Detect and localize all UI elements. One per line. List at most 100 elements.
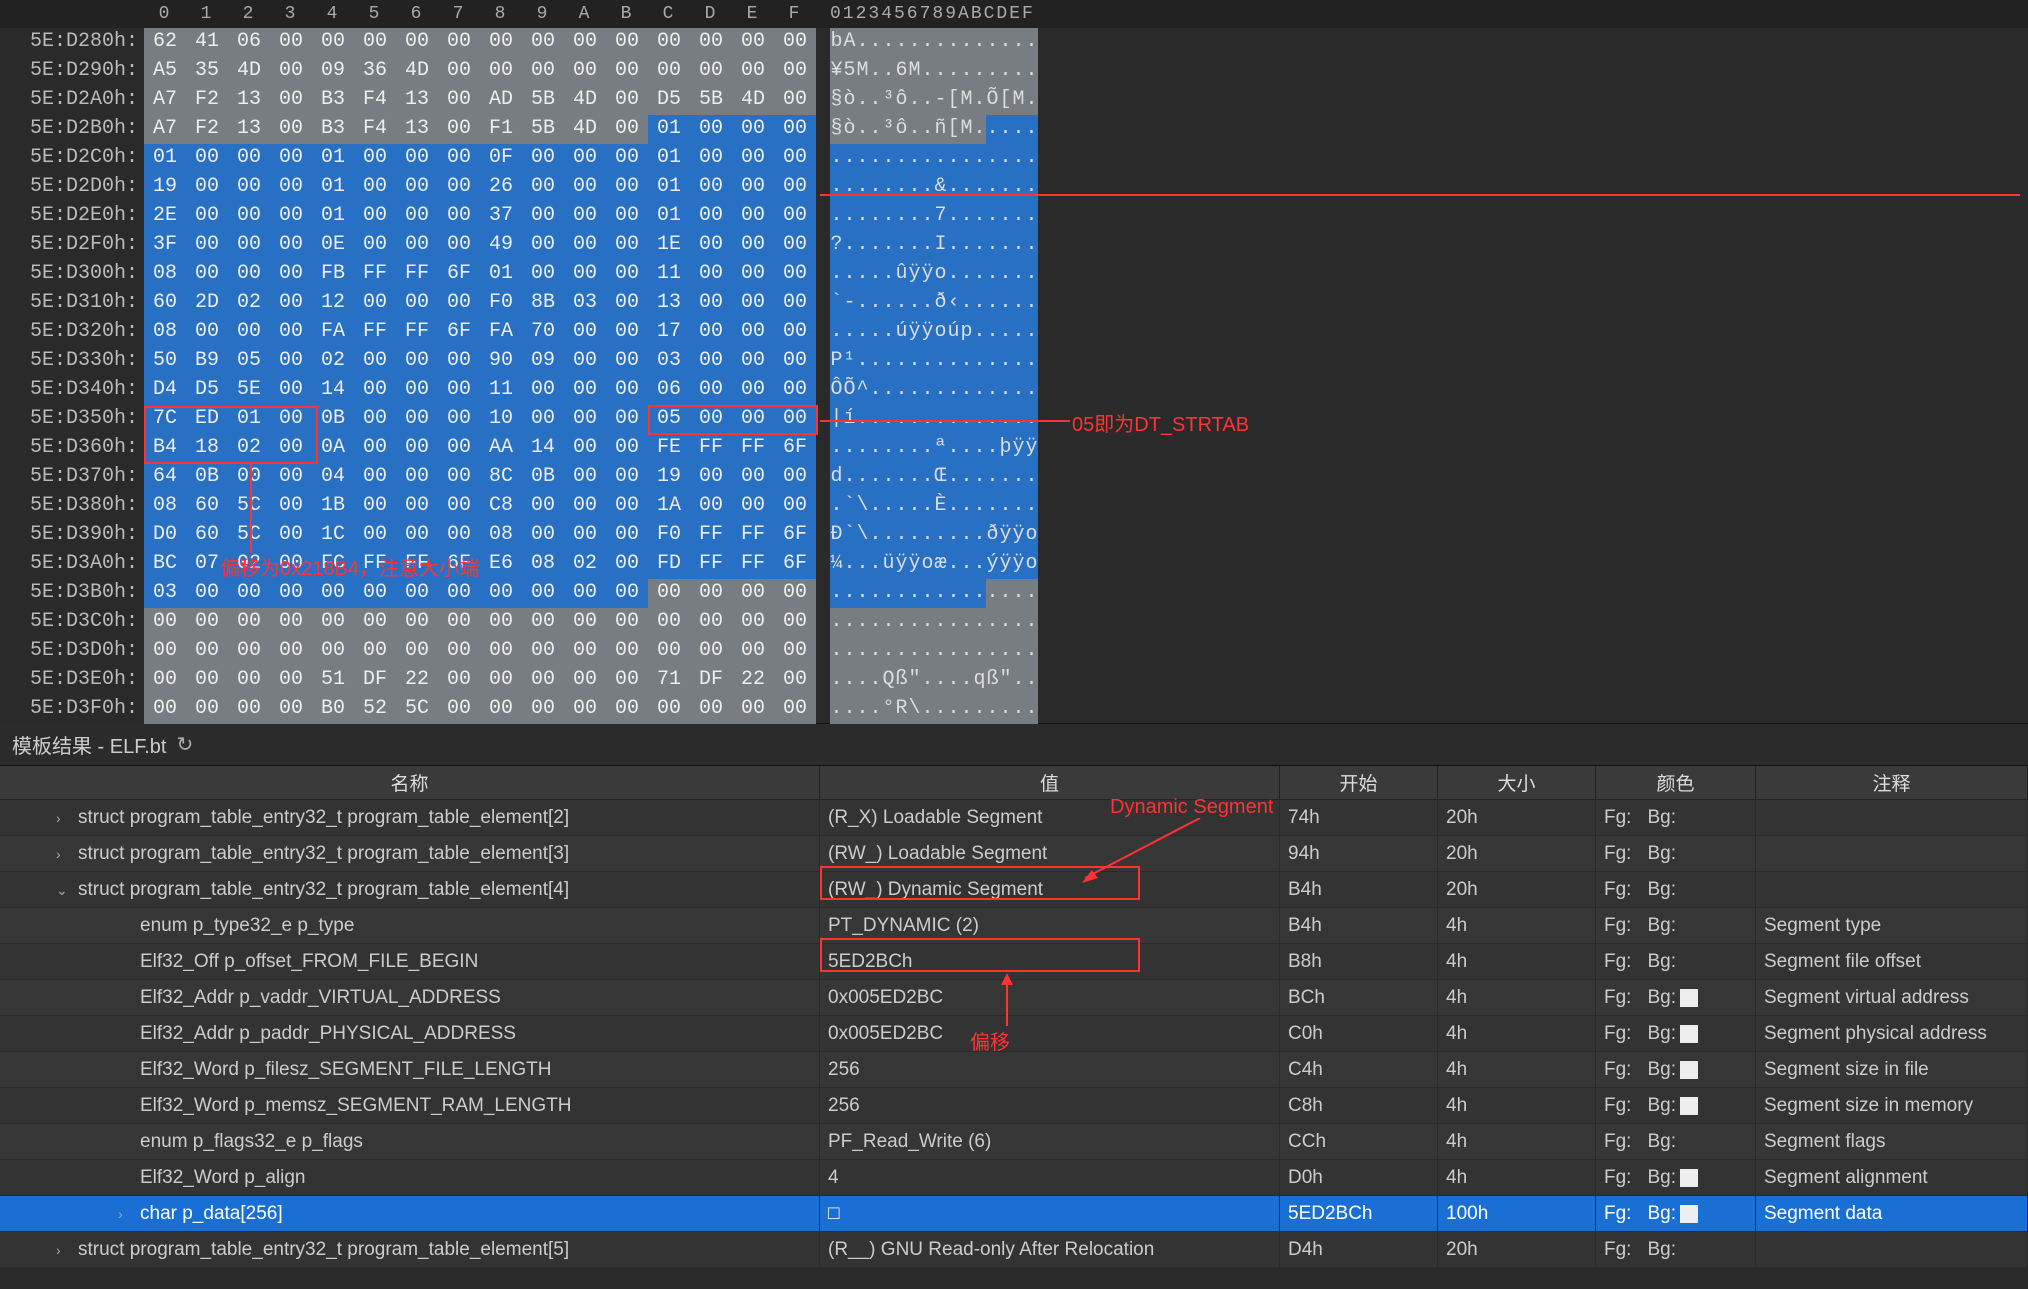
- hex-byte[interactable]: 00: [270, 695, 312, 724]
- hex-byte[interactable]: AD: [480, 86, 522, 115]
- hex-byte[interactable]: 5C: [228, 492, 270, 521]
- hex-byte[interactable]: 00: [774, 144, 816, 173]
- hex-byte[interactable]: 00: [690, 695, 732, 724]
- hex-byte[interactable]: 00: [438, 666, 480, 695]
- hex-byte[interactable]: 00: [480, 637, 522, 666]
- expander-icon[interactable]: ›: [56, 1242, 70, 1258]
- refresh-icon[interactable]: ↻: [176, 732, 193, 757]
- hex-byte[interactable]: 08: [480, 521, 522, 550]
- hex-byte[interactable]: 6F: [438, 318, 480, 347]
- hex-byte[interactable]: 00: [690, 144, 732, 173]
- hex-byte[interactable]: B4: [144, 434, 186, 463]
- hex-byte[interactable]: 5C: [228, 521, 270, 550]
- hex-byte[interactable]: 00: [186, 637, 228, 666]
- hex-byte[interactable]: 00: [564, 318, 606, 347]
- expander-icon[interactable]: ›: [56, 846, 70, 862]
- hex-byte[interactable]: 00: [270, 231, 312, 260]
- hex-row[interactable]: 5E:D2D0h:1900000001000000260000000100000…: [0, 173, 2028, 202]
- hex-byte[interactable]: 00: [270, 115, 312, 144]
- hex-byte[interactable]: 00: [312, 579, 354, 608]
- hex-byte[interactable]: AA: [480, 434, 522, 463]
- hex-byte[interactable]: FF: [396, 550, 438, 579]
- hex-byte[interactable]: 00: [522, 260, 564, 289]
- hex-byte[interactable]: 00: [690, 347, 732, 376]
- hex-byte[interactable]: 00: [228, 463, 270, 492]
- hex-byte[interactable]: 00: [186, 144, 228, 173]
- hex-byte[interactable]: 00: [606, 405, 648, 434]
- hex-byte[interactable]: 00: [186, 231, 228, 260]
- hex-byte[interactable]: 00: [690, 579, 732, 608]
- hex-byte[interactable]: 1A: [648, 492, 690, 521]
- table-row[interactable]: ⌄struct program_table_entry32_t program_…: [0, 872, 2028, 908]
- hex-byte[interactable]: 00: [606, 434, 648, 463]
- hex-byte[interactable]: FD: [648, 550, 690, 579]
- hex-byte[interactable]: FC: [312, 550, 354, 579]
- hex-byte[interactable]: 0B: [186, 463, 228, 492]
- hex-byte[interactable]: 12: [312, 289, 354, 318]
- hex-byte[interactable]: 00: [270, 579, 312, 608]
- hex-byte[interactable]: 19: [144, 173, 186, 202]
- hex-byte[interactable]: FF: [690, 550, 732, 579]
- col-start[interactable]: 开始: [1280, 766, 1438, 799]
- hex-byte[interactable]: 00: [522, 376, 564, 405]
- hex-byte[interactable]: 00: [354, 202, 396, 231]
- hex-byte[interactable]: 00: [270, 28, 312, 57]
- hex-byte[interactable]: BC: [144, 550, 186, 579]
- col-value[interactable]: 值: [820, 766, 1280, 799]
- hex-byte[interactable]: 00: [606, 492, 648, 521]
- hex-byte[interactable]: 00: [438, 347, 480, 376]
- hex-byte[interactable]: 00: [732, 260, 774, 289]
- hex-ascii[interactable]: |í..............: [816, 405, 1076, 434]
- hex-byte[interactable]: 00: [354, 144, 396, 173]
- hex-byte[interactable]: F4: [354, 86, 396, 115]
- hex-byte[interactable]: 00: [606, 144, 648, 173]
- hex-byte[interactable]: 7C: [144, 405, 186, 434]
- hex-byte[interactable]: 03: [144, 579, 186, 608]
- hex-byte[interactable]: 00: [438, 376, 480, 405]
- hex-row[interactable]: 5E:D370h:640B0000040000008C0B00001900000…: [0, 463, 2028, 492]
- hex-byte[interactable]: 00: [354, 463, 396, 492]
- table-row[interactable]: Elf32_Addr p_paddr_PHYSICAL_ADDRESS0x005…: [0, 1016, 2028, 1052]
- hex-byte[interactable]: 08: [144, 260, 186, 289]
- hex-byte[interactable]: F2: [186, 115, 228, 144]
- hex-row[interactable]: 5E:D2A0h:A7F21300B3F41300AD5B4D00D55B4D0…: [0, 86, 2028, 115]
- hex-byte[interactable]: 00: [396, 405, 438, 434]
- hex-byte[interactable]: 00: [606, 463, 648, 492]
- hex-byte[interactable]: 00: [396, 202, 438, 231]
- hex-row[interactable]: 5E:D3A0h:BC070200FCFFFF6FE6080200FDFFFF6…: [0, 550, 2028, 579]
- hex-byte[interactable]: 00: [774, 492, 816, 521]
- hex-byte[interactable]: 00: [396, 173, 438, 202]
- hex-byte[interactable]: F0: [648, 521, 690, 550]
- expander-icon[interactable]: ›: [118, 1206, 132, 1222]
- hex-byte[interactable]: 26: [480, 173, 522, 202]
- hex-byte[interactable]: 00: [774, 115, 816, 144]
- hex-byte[interactable]: 00: [690, 608, 732, 637]
- hex-byte[interactable]: 00: [774, 695, 816, 724]
- hex-ascii[interactable]: ?.......I.......: [816, 231, 1076, 260]
- color-swatch[interactable]: [1680, 989, 1698, 1007]
- color-swatch[interactable]: [1680, 1205, 1698, 1223]
- hex-byte[interactable]: 00: [354, 231, 396, 260]
- hex-byte[interactable]: 00: [228, 231, 270, 260]
- hex-byte[interactable]: 00: [606, 376, 648, 405]
- hex-byte[interactable]: FF: [732, 521, 774, 550]
- hex-byte[interactable]: FF: [354, 550, 396, 579]
- hex-byte[interactable]: 00: [732, 579, 774, 608]
- hex-byte[interactable]: 00: [690, 231, 732, 260]
- hex-byte[interactable]: 00: [522, 28, 564, 57]
- hex-byte[interactable]: 00: [270, 289, 312, 318]
- hex-byte[interactable]: 02: [228, 550, 270, 579]
- hex-byte[interactable]: 00: [690, 376, 732, 405]
- hex-byte[interactable]: 00: [396, 637, 438, 666]
- hex-byte[interactable]: 00: [606, 173, 648, 202]
- hex-byte[interactable]: 1E: [648, 231, 690, 260]
- hex-byte[interactable]: 00: [270, 260, 312, 289]
- hex-byte[interactable]: 00: [270, 492, 312, 521]
- hex-byte[interactable]: 70: [522, 318, 564, 347]
- hex-byte[interactable]: 00: [438, 115, 480, 144]
- hex-byte[interactable]: 02: [564, 550, 606, 579]
- hex-byte[interactable]: 00: [438, 434, 480, 463]
- hex-byte[interactable]: 00: [354, 347, 396, 376]
- hex-byte[interactable]: 00: [312, 637, 354, 666]
- expander-icon[interactable]: ⌄: [56, 882, 70, 899]
